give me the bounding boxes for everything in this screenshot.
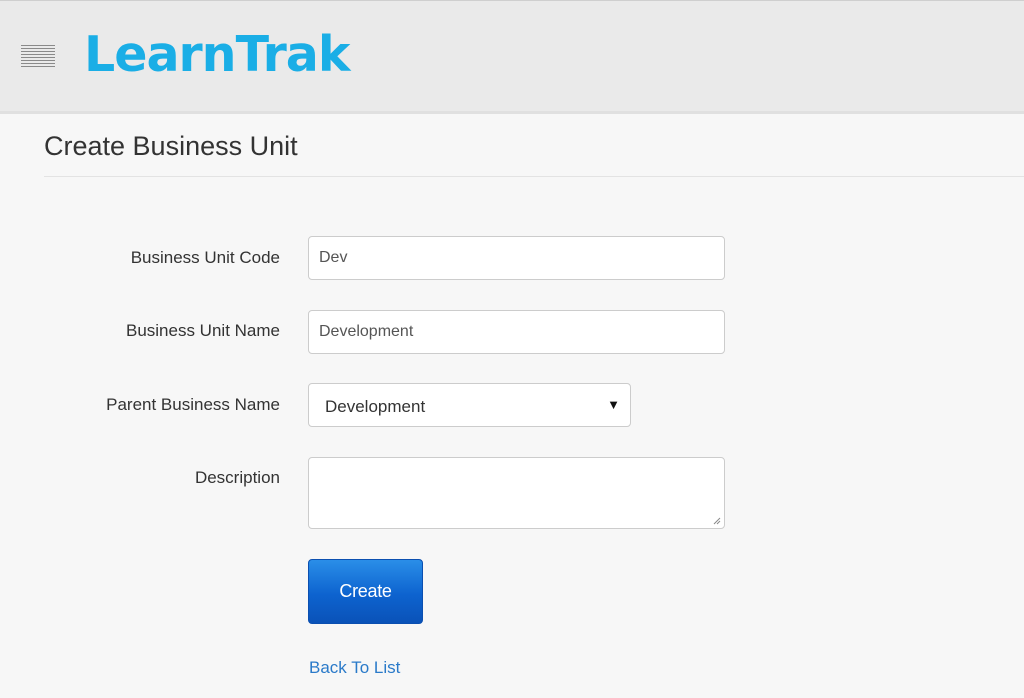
page-title: Create Business Unit [44,131,298,161]
business-unit-name-label: Business Unit Name [125,321,280,340]
business-unit-code-input[interactable] [308,236,725,280]
dropdown-arrow-icon: ▼ [607,397,620,412]
title-divider [44,176,1024,177]
resize-handle-icon[interactable] [713,517,721,525]
hamburger-menu-icon[interactable] [21,45,55,69]
app-logo[interactable]: LearnTrak [84,25,350,85]
back-to-list-link[interactable]: Back To List [309,657,400,679]
parent-business-name-label: Parent Business Name [106,395,280,414]
description-textarea[interactable] [308,457,725,529]
top-header-bar: LearnTrak [0,0,1024,114]
parent-business-selected-value: Development [325,397,426,416]
business-unit-name-input[interactable] [308,310,725,354]
business-unit-code-label: Business Unit Code [130,248,280,267]
description-label: Description [194,468,280,487]
create-button[interactable]: Create [308,559,423,624]
parent-business-name-select[interactable]: Development ▼ [308,383,631,427]
